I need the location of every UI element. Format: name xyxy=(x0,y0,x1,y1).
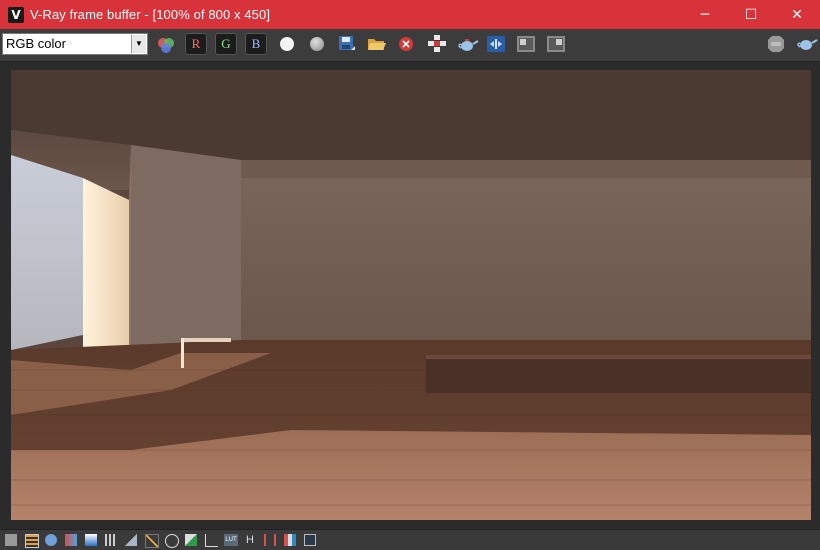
histogram-icon[interactable] xyxy=(125,534,137,546)
window-controls: ─ ☐ ✕ xyxy=(682,0,820,29)
levels-icon[interactable] xyxy=(105,534,117,546)
white-circle-icon[interactable] xyxy=(280,37,294,51)
show-corrections-icon[interactable] xyxy=(5,534,17,546)
curve-icon[interactable] xyxy=(145,534,159,548)
green-channel-label: G xyxy=(221,36,231,51)
exposure-icon[interactable] xyxy=(185,534,197,546)
color-clamp-icon[interactable] xyxy=(284,534,296,546)
render-image[interactable] xyxy=(11,70,811,520)
color-corrections-list-icon[interactable] xyxy=(25,534,39,548)
h-letter-icon[interactable]: H xyxy=(246,533,258,546)
red-channel-button[interactable]: R xyxy=(185,33,207,55)
channel-dropdown[interactable]: RGB color ▼ xyxy=(2,33,148,55)
rendered-interior-image xyxy=(11,70,811,520)
channels-color-wheel-icon[interactable] xyxy=(156,35,176,57)
minimize-button[interactable]: ─ xyxy=(682,0,728,29)
compare-a-icon[interactable] xyxy=(517,36,535,58)
maximize-button[interactable]: ☐ xyxy=(728,0,774,29)
red-channel-label: R xyxy=(191,36,201,51)
green-channel-button[interactable]: G xyxy=(215,33,237,55)
toolbar: RGB color ▼ R G B xyxy=(0,29,820,62)
info-icon[interactable] xyxy=(45,534,57,546)
white-balance-icon[interactable] xyxy=(165,534,179,548)
render-teapot-icon[interactable] xyxy=(457,35,479,57)
grey-circle-icon[interactable] xyxy=(310,37,324,51)
vray-logo-icon: V xyxy=(8,6,24,23)
lens-effects-icon[interactable] xyxy=(487,36,505,58)
pixel-aspect-icon[interactable] xyxy=(264,534,276,546)
curves-graph-icon[interactable] xyxy=(205,534,218,547)
clear-image-icon[interactable] xyxy=(398,36,414,58)
save-image-icon[interactable] xyxy=(338,35,356,57)
track-mouse-icon[interactable] xyxy=(427,34,447,56)
region-render-teapot-icon[interactable] xyxy=(796,36,818,58)
hsl-icon[interactable] xyxy=(85,534,97,546)
stop-render-icon[interactable] xyxy=(767,35,785,57)
compare-b-icon[interactable] xyxy=(547,36,565,58)
status-bar: LUT H xyxy=(0,529,820,550)
open-image-icon[interactable] xyxy=(367,35,387,57)
blue-channel-button[interactable]: B xyxy=(245,33,267,55)
window-title: V-Ray frame buffer - [100% of 800 x 450] xyxy=(30,7,271,22)
chevron-down-icon[interactable]: ▼ xyxy=(131,35,146,53)
color-balance-icon[interactable] xyxy=(65,534,77,546)
stamp-icon[interactable] xyxy=(304,534,316,546)
channel-dropdown-value: RGB color xyxy=(6,36,66,51)
lut-icon[interactable]: LUT xyxy=(224,534,238,546)
title-bar: V V-Ray frame buffer - [100% of 800 x 45… xyxy=(0,0,820,29)
blue-channel-label: B xyxy=(251,36,261,51)
close-button[interactable]: ✕ xyxy=(774,0,820,29)
